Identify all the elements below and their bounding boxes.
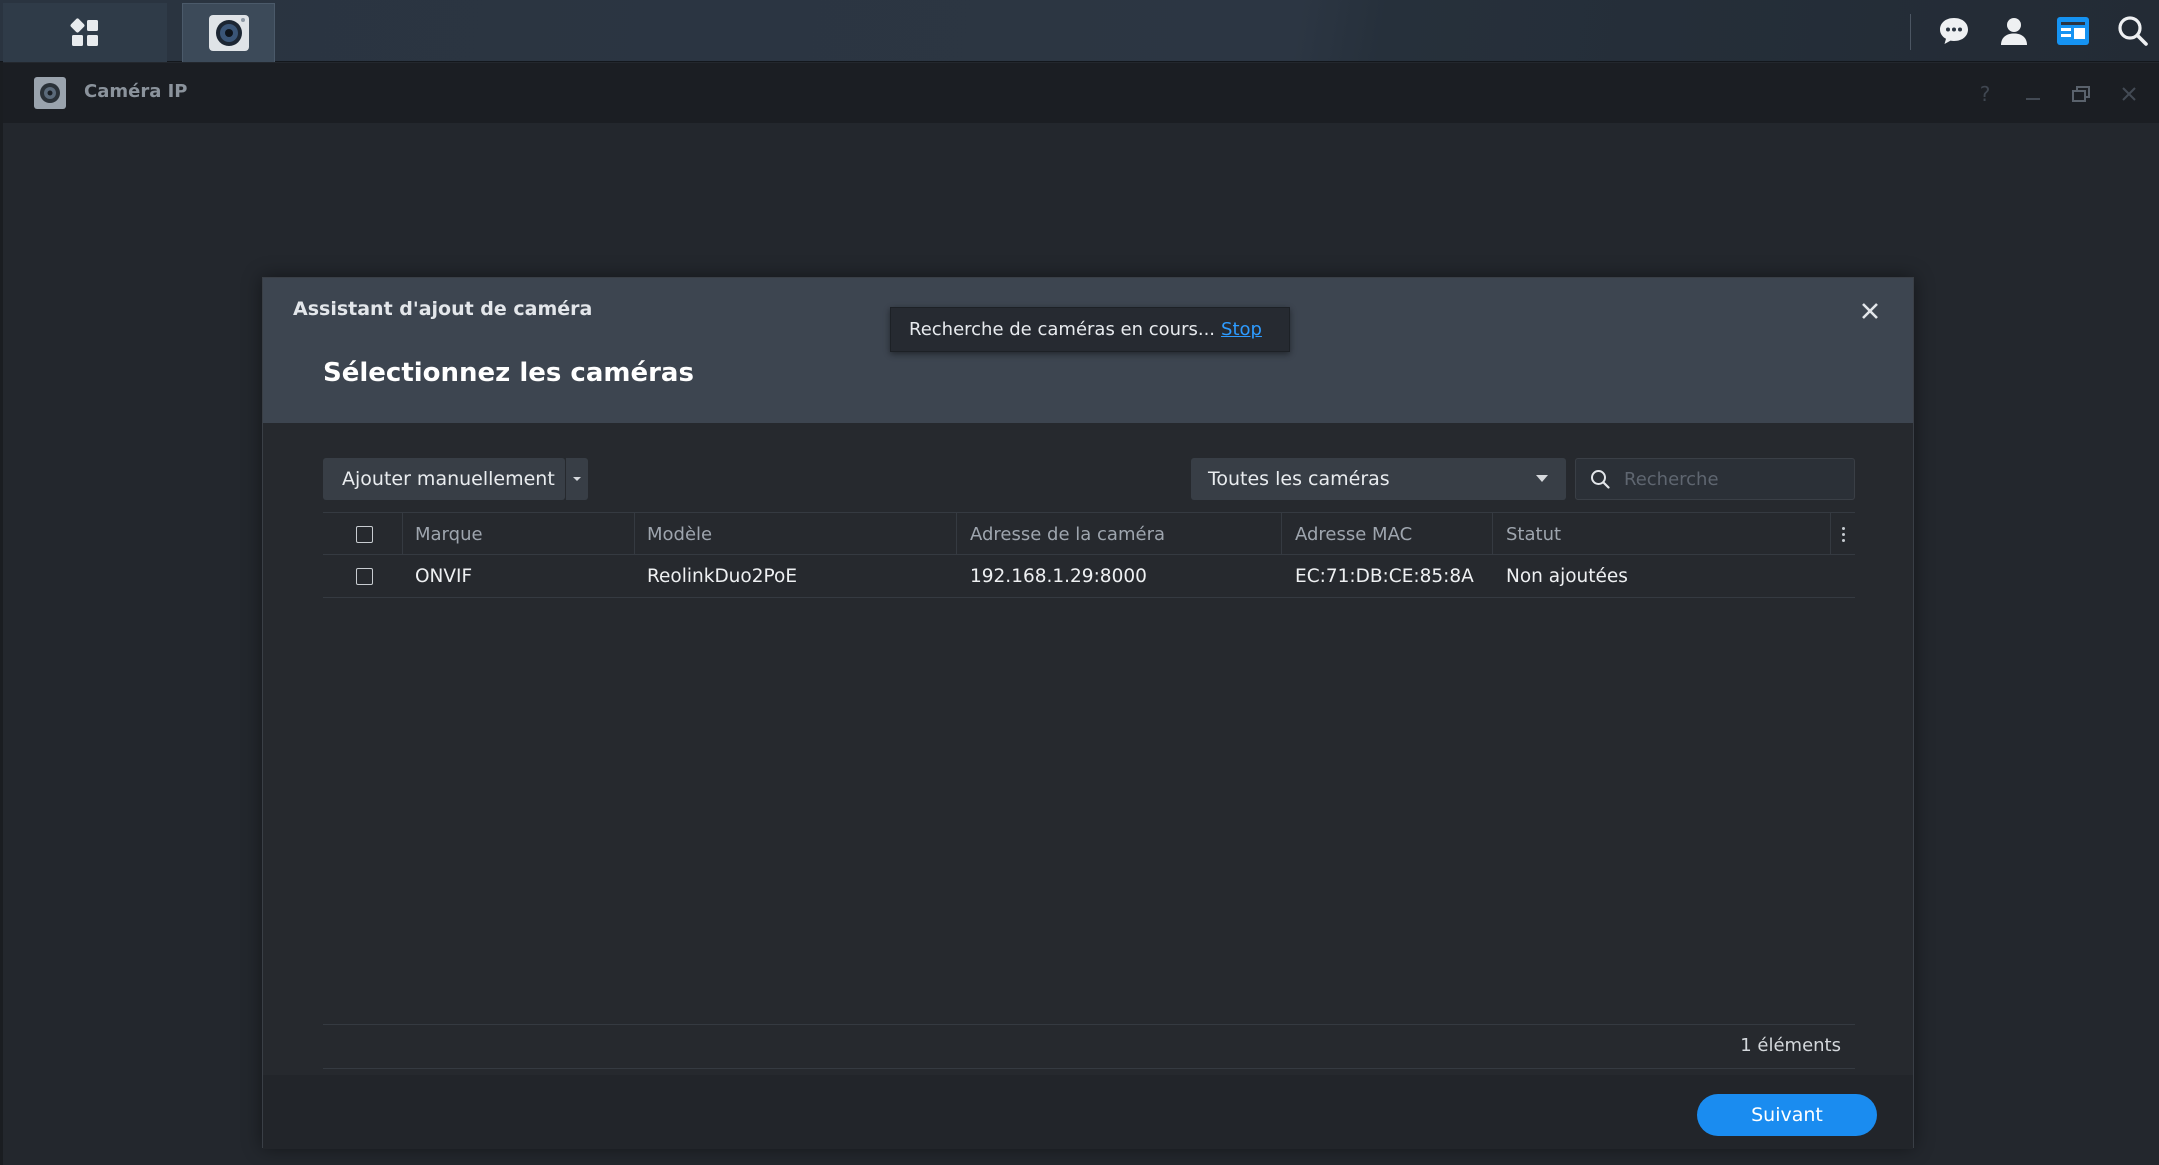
column-separator: [634, 513, 635, 555]
search-progress-toast: Recherche de caméras en cours... Stop: [890, 307, 1290, 352]
widgets-button[interactable]: [2051, 10, 2095, 52]
column-separator: [1492, 513, 1493, 555]
search-icon: [1576, 459, 1624, 499]
camera-icon: [208, 15, 249, 51]
add-manually-dropdown-button[interactable]: [566, 458, 588, 500]
window-title: Caméra IP: [84, 81, 188, 102]
table-row[interactable]: ONVIF ReolinkDuo2PoE 192.168.1.29:8000 E…: [323, 555, 1855, 598]
column-separator: [1281, 513, 1282, 555]
user-icon: [2001, 18, 2027, 45]
add-camera-dialog: Assistant d'ajout de caméra Sélectionnez…: [262, 277, 1914, 1149]
cell-model: ReolinkDuo2PoE: [647, 565, 798, 587]
table-bottom-divider: [323, 1068, 1855, 1069]
window-edge: [0, 62, 3, 1165]
dialog-footer: [263, 1075, 1913, 1149]
chat-button[interactable]: [1932, 10, 1976, 52]
camera-search-input[interactable]: [1624, 468, 1844, 490]
column-separator: [402, 513, 403, 555]
dialog-close-button[interactable]: [1855, 296, 1885, 326]
column-header-status[interactable]: Statut: [1506, 513, 1561, 555]
minimize-button[interactable]: [2020, 81, 2046, 107]
column-separator: [956, 513, 957, 555]
user-button[interactable]: [1992, 10, 2036, 52]
cell-status: Non ajoutées: [1506, 565, 1628, 587]
add-manually-button[interactable]: Ajouter manuellement: [323, 458, 565, 500]
close-icon: [1862, 303, 1878, 319]
camera-app-button[interactable]: [182, 3, 275, 62]
global-search-button[interactable]: [2111, 10, 2155, 52]
window-titlebar: Caméra IP ?: [0, 63, 2159, 123]
column-header-brand[interactable]: Marque: [415, 513, 483, 555]
select-all-cell: [356, 513, 373, 555]
camera-search-box[interactable]: [1575, 458, 1855, 500]
table-footer-divider: [323, 1024, 1855, 1025]
stop-search-link[interactable]: Stop: [1221, 319, 1262, 340]
main-menu-button[interactable]: [3, 3, 167, 62]
kebab-dot: [1841, 538, 1845, 542]
cell-address: 192.168.1.29:8000: [970, 565, 1147, 587]
select-all-checkbox[interactable]: [356, 525, 373, 543]
column-header-address[interactable]: Adresse de la caméra: [970, 513, 1165, 555]
toast-text: Recherche de caméras en cours...: [909, 319, 1216, 340]
column-header-mac[interactable]: Adresse MAC: [1295, 513, 1412, 555]
widgets-icon: [2057, 17, 2089, 45]
camera-filter-select[interactable]: Toutes les caméras: [1191, 458, 1566, 500]
help-button[interactable]: ?: [1972, 81, 1998, 107]
app-camera-icon: [34, 77, 66, 109]
taskbar-divider: [1910, 14, 1911, 50]
camera-table: Marque Modèle Adresse de la caméra Adres…: [323, 512, 1855, 598]
taskbar: [0, 0, 2159, 62]
minimize-icon: [2026, 98, 2040, 100]
column-options-button[interactable]: [1831, 513, 1855, 555]
kebab-dot: [1841, 532, 1845, 536]
restore-button[interactable]: [2068, 81, 2094, 107]
cell-brand: ONVIF: [415, 565, 473, 587]
table-header-row: Marque Modèle Adresse de la caméra Adres…: [323, 512, 1855, 555]
cell-mac: EC:71:DB:CE:85:8A: [1295, 565, 1474, 587]
help-icon: ?: [1979, 82, 1991, 106]
camera-filter-value: Toutes les caméras: [1208, 468, 1390, 490]
caret-down-icon: [573, 477, 581, 481]
dialog-wizard-title: Assistant d'ajout de caméra: [293, 298, 593, 320]
restore-icon: [2072, 86, 2090, 102]
grid-icon: [70, 18, 98, 46]
close-icon: [2122, 87, 2136, 101]
column-header-model[interactable]: Modèle: [647, 513, 712, 555]
dialog-step-title: Sélectionnez les caméras: [323, 358, 694, 388]
chevron-down-icon: [1536, 475, 1548, 482]
row-checkbox[interactable]: [356, 567, 373, 585]
window-close-button[interactable]: [2116, 81, 2142, 107]
next-button[interactable]: Suivant: [1697, 1094, 1877, 1136]
add-manually-label: Ajouter manuellement: [342, 468, 555, 490]
item-count: 1 éléments: [1740, 1035, 1841, 1056]
chat-icon: [1940, 18, 1968, 44]
kebab-dot: [1841, 526, 1845, 530]
row-select-cell: [356, 555, 373, 597]
search-icon: [2118, 16, 2148, 46]
